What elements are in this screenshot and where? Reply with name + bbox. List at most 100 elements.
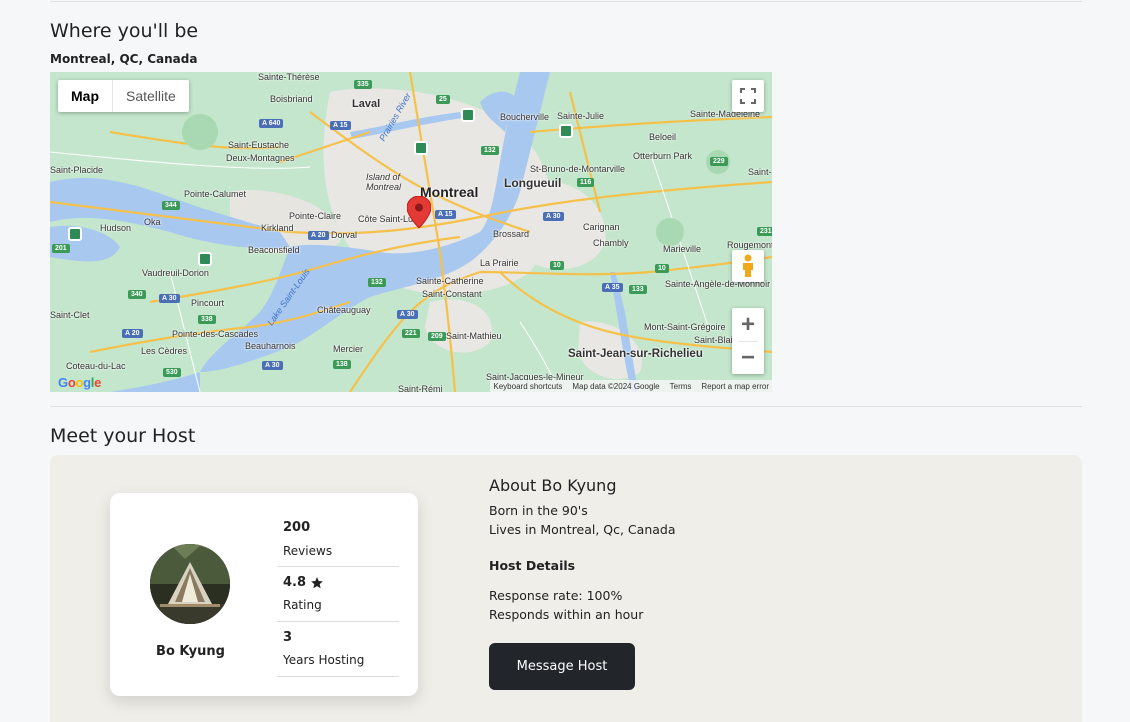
top-divider bbox=[50, 1, 1082, 2]
place-sainte-catherine: Sainte-Catherine bbox=[416, 276, 484, 286]
park-icon bbox=[198, 252, 212, 266]
road-shield: 338 bbox=[198, 315, 216, 324]
place-saint-clet: Saint-Clet bbox=[50, 310, 90, 320]
road-shield: 530 bbox=[163, 368, 181, 377]
park-icon bbox=[559, 124, 573, 138]
stat-rating-value-wrap: 4.8 bbox=[283, 575, 324, 590]
place-dorval: Dorval bbox=[331, 230, 358, 240]
place-laval: Laval bbox=[352, 98, 381, 110]
place-saint-bruno: St-Bruno-de-Montarville bbox=[530, 164, 626, 174]
place-pointe-des-cascades: Pointe-des-Cascades bbox=[172, 329, 259, 339]
section-divider bbox=[50, 406, 1082, 407]
place-saint-eustache: Saint-Eustache bbox=[228, 140, 290, 150]
terms-link[interactable]: Terms bbox=[670, 382, 692, 391]
place-saint-cesaire: Saint- bbox=[748, 167, 772, 177]
place-brossard: Brossard bbox=[493, 229, 530, 239]
road-shield: 116 bbox=[577, 178, 595, 187]
road-shield: 340 bbox=[128, 290, 146, 299]
road-shield: A 30 bbox=[262, 361, 283, 370]
place-pointe-claire: Pointe-Claire bbox=[289, 211, 342, 221]
place-chambly: Chambly bbox=[593, 238, 629, 248]
road-shield: 209 bbox=[428, 332, 446, 341]
place-beauharnois: Beauharnois bbox=[245, 341, 296, 351]
place-saint-constant: Saint-Constant bbox=[422, 289, 482, 299]
host-panel: Bo Kyung 200 Reviews 4.8 Rating 3 Years … bbox=[50, 455, 1082, 722]
place-chateauguay: Châteauguay bbox=[317, 305, 371, 315]
place-saint-mathieu: Saint-Mathieu bbox=[446, 331, 502, 341]
place-island-of-montreal: Island of Montreal bbox=[366, 172, 402, 192]
stat-years-label: Years Hosting bbox=[283, 653, 365, 667]
message-host-button[interactable]: Message Host bbox=[489, 643, 635, 690]
road-shield: A 30 bbox=[397, 310, 418, 319]
map-base-layer bbox=[50, 72, 772, 392]
map-type-control: Map Satellite bbox=[58, 80, 189, 112]
road-shield: 201 bbox=[52, 244, 70, 253]
map-type-satellite-button[interactable]: Satellite bbox=[112, 80, 189, 112]
map-data-text: Map data ©2024 Google bbox=[572, 381, 660, 391]
about-host-title: About Bo Kyung bbox=[489, 476, 617, 495]
road-shield: A 35 bbox=[602, 283, 623, 292]
place-marieville: Marieville bbox=[663, 244, 702, 254]
place-otterburn-park: Otterburn Park bbox=[633, 151, 693, 161]
road-shield: 10 bbox=[655, 264, 669, 273]
road-shield: 335 bbox=[354, 80, 372, 89]
zoom-out-button[interactable]: − bbox=[732, 341, 764, 374]
stat-years-value: 3 bbox=[283, 630, 293, 645]
host-lives: Lives in Montreal, Qc, Canada bbox=[489, 522, 676, 537]
road-shield: 132 bbox=[368, 278, 386, 287]
place-vaudreuil-dorion: Vaudreuil-Dorion bbox=[142, 268, 209, 278]
keyboard-shortcuts-link[interactable]: Keyboard shortcuts bbox=[493, 382, 562, 391]
road-shield: A 15 bbox=[330, 121, 351, 130]
star-icon bbox=[311, 576, 323, 588]
road-shield: 229 bbox=[710, 157, 728, 166]
map-type-map-button[interactable]: Map bbox=[58, 80, 112, 112]
place-coteau-du-lac: Coteau-du-Lac bbox=[66, 361, 126, 371]
road-shield: 132 bbox=[481, 146, 499, 155]
place-beloeil: Beloeil bbox=[649, 132, 677, 142]
road-shield: A 30 bbox=[543, 212, 564, 221]
avatar-image bbox=[150, 544, 230, 624]
place-deux-montagnes: Deux-Montagnes bbox=[226, 153, 295, 163]
place-kirkland: Kirkland bbox=[261, 223, 294, 233]
stat-reviews-label: Reviews bbox=[283, 544, 333, 558]
park-icon bbox=[68, 227, 82, 241]
map-view[interactable]: Sainte-Thérèse Boisbriand Laval Saint-Eu… bbox=[50, 72, 772, 392]
stat-reviews-value: 200 bbox=[283, 520, 311, 535]
zoom-in-button[interactable]: + bbox=[732, 308, 764, 341]
place-rougemont: Rougemont bbox=[727, 240, 772, 250]
road-shield: 10 bbox=[550, 261, 564, 270]
place-la-prairie: La Prairie bbox=[480, 258, 519, 268]
report-error-link[interactable]: Report a map error bbox=[701, 382, 769, 391]
host-response-time: Responds within an hour bbox=[489, 607, 644, 622]
stat-years-hosting: 3 Years Hosting bbox=[277, 622, 399, 677]
map-attribution: Keyboard shortcuts Map data ©2024 Google… bbox=[490, 380, 772, 392]
host-section-title: Meet your Host bbox=[50, 425, 196, 447]
road-shield: 344 bbox=[162, 201, 180, 210]
place-mont-saint-gregoire: Mont-Saint-Grégoire bbox=[644, 322, 726, 332]
host-name: Bo Kyung bbox=[156, 644, 225, 659]
place-carignan: Carignan bbox=[583, 222, 620, 232]
location-pin-icon[interactable] bbox=[407, 196, 431, 228]
stat-rating-value: 4.8 bbox=[283, 575, 307, 590]
road-shield: A 30 bbox=[159, 294, 180, 303]
road-shield: A 20 bbox=[308, 231, 329, 240]
place-longueuil: Longueuil bbox=[504, 176, 562, 190]
host-response-rate: Response rate: 100% bbox=[489, 588, 623, 603]
stat-rating-label: Rating bbox=[283, 598, 322, 612]
host-born: Born in the 90's bbox=[489, 503, 588, 518]
road-shield: 133 bbox=[629, 285, 647, 294]
place-saint-remi: Saint-Rémi bbox=[398, 384, 443, 392]
host-card: Bo Kyung 200 Reviews 4.8 Rating 3 Years … bbox=[110, 493, 418, 696]
road-shield: 231 bbox=[757, 227, 772, 236]
street-view-button[interactable] bbox=[732, 250, 764, 282]
road-shield: 221 bbox=[402, 329, 420, 338]
road-shield: A 15 bbox=[435, 210, 456, 219]
place-hudson: Hudson bbox=[100, 223, 132, 233]
park-icon bbox=[461, 108, 475, 122]
fullscreen-button[interactable] bbox=[732, 80, 764, 112]
stat-rating: 4.8 Rating bbox=[277, 567, 399, 622]
road-shield: 25 bbox=[436, 95, 450, 104]
zoom-control: + − bbox=[732, 308, 764, 374]
place-pincourt: Pincourt bbox=[191, 298, 225, 308]
road-shield: 138 bbox=[333, 360, 351, 369]
